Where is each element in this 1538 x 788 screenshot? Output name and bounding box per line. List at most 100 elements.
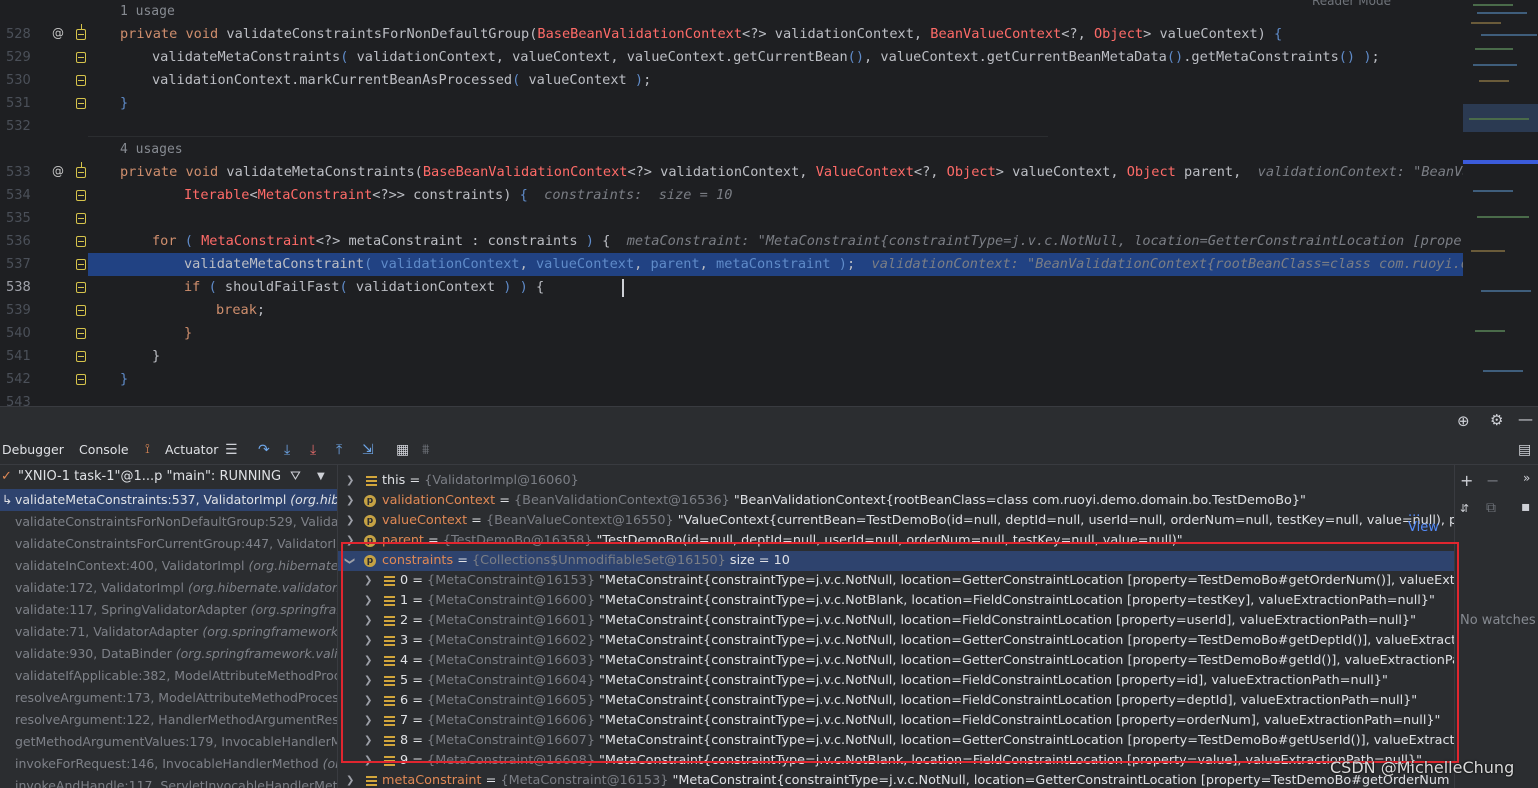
fold-marker-icon[interactable] [76,282,86,293]
actuator-icon: ⟟ [145,442,150,457]
reader-mode-label[interactable]: Reader Mode [1312,0,1391,8]
frame-item[interactable]: validateInContext:400, ValidatorImpl (or… [0,555,337,577]
frame-item[interactable]: validate:172, ValidatorImpl (org.hiberna… [0,577,337,599]
method-separator [88,136,1048,137]
constraint-item-row[interactable]: ❯ 8 = {MetaConstraint@16607} "MetaConstra… [338,731,1454,751]
more-icon[interactable]: » [1523,471,1530,485]
fold-marker-icon[interactable] [76,190,86,201]
constraint-item-row[interactable]: ❯ 5 = {MetaConstraint@16604} "MetaConstra… [338,671,1454,691]
chevron-right-icon[interactable]: ❯ [364,631,372,651]
frame-item[interactable]: validate:71, ValidatorAdapter (org.sprin… [0,621,337,643]
usage-hint[interactable]: 1 usage [120,0,175,23]
chevron-right-icon[interactable]: ❯ [364,711,372,731]
tab-debugger[interactable]: Debugger [2,441,64,459]
chevron-right-icon[interactable]: ❯ [346,511,354,531]
variable-row[interactable]: ❯ p valueContext = {BeanValueContext@165… [338,511,1454,531]
step-out-icon[interactable]: ⤒ [336,442,342,458]
field-icon [366,776,377,786]
constraint-item-row[interactable]: ❯ 7 = {MetaConstraint@16606} "MetaConstra… [338,711,1454,731]
frame-item[interactable]: resolveArgument:173, ModelAttributeMetho… [0,687,337,709]
frame-item[interactable]: validate:930, DataBinder (org.springfram… [0,643,337,665]
sort-icon[interactable]: ⇵ [1460,502,1469,515]
chevron-down-icon[interactable]: ❯ [339,557,359,565]
variable-row-selected[interactable]: ❯ p constraints = {Collections$Unmodifia… [338,551,1454,571]
fold-marker-icon[interactable] [76,52,86,63]
tab-console[interactable]: Console [79,441,129,459]
code-line: Iterable<MetaConstraint<?>> constraints)… [184,187,733,203]
evaluate-expression-icon[interactable]: ▦ [396,442,409,458]
tab-actuator[interactable]: Actuator [165,441,218,459]
implements-icon[interactable]: @ [52,160,64,183]
add-watch-icon[interactable]: + [1460,471,1473,490]
chevron-right-icon[interactable]: ❯ [364,591,372,611]
constraint-item-row[interactable]: ❯ 0 = {MetaConstraint@16153} "MetaConstra… [338,571,1454,591]
frame-item[interactable]: validateConstraintsForCurrentGroup:447, … [0,533,337,555]
chevron-right-icon[interactable]: ❯ [346,471,354,491]
code-area[interactable]: 1 usage private void validateConstraints… [88,0,1463,406]
constraint-item-row[interactable]: ❯ 1 = {MetaConstraint@16600} "MetaConstra… [338,591,1454,611]
force-step-into-icon[interactable]: ⤓ [310,442,316,458]
fold-marker-icon[interactable] [76,305,86,316]
remove-watch-icon[interactable]: − [1486,471,1499,490]
crosshair-icon[interactable]: ⊕ [1457,412,1470,430]
step-over-icon[interactable]: ↷ [258,442,270,458]
duplicate-icon[interactable]: ⧉ [1486,500,1496,516]
variable-row[interactable]: ❯ metaConstraint = {MetaConstraint@16153… [338,771,1454,788]
constraint-item-row[interactable]: ❯ 6 = {MetaConstraint@16605} "MetaConstra… [338,691,1454,711]
variable-row[interactable]: ❯ p validationContext = {BeanValidationC… [338,491,1454,511]
constraint-item-row[interactable]: ❯ 9 = {MetaConstraint@16608} "MetaConstra… [338,751,1454,771]
filter-icon[interactable]: ⛛ [290,465,301,489]
code-editor[interactable]: 528 529 530 531 532 533 534 535 536 537 … [0,0,1538,406]
fold-marker-icon[interactable] [76,259,86,270]
chevron-right-icon[interactable]: ❯ [364,691,372,711]
fold-marker-icon[interactable] [76,328,86,339]
chevron-down-icon[interactable]: ▼ [317,465,325,489]
chevron-right-icon[interactable]: ❯ [364,731,372,751]
constraint-item-row[interactable]: ❯ 2 = {MetaConstraint@16601} "MetaConstra… [338,611,1454,631]
fold-marker-icon[interactable] [76,75,86,86]
frame-item[interactable]: invokeAndHandle:117, ServletInvocableHan… [0,775,337,788]
options-icon[interactable]: ▪ [1521,499,1531,515]
code-minimap[interactable] [1463,0,1538,406]
menu-icon[interactable]: ☰ [225,442,238,458]
view-link[interactable]: ... View [1408,505,1454,535]
trace-icon[interactable]: ⩩ [422,442,429,458]
item-ref: {MetaConstraint@16153} [427,573,595,588]
frame-item[interactable]: resolveArgument:122, HandlerMethodArgume… [0,709,337,731]
step-into-icon[interactable]: ⤓ [284,442,290,458]
constraint-item-row[interactable]: ❯ 4 = {MetaConstraint@16603} "MetaConstra… [338,651,1454,671]
frame-item-selected[interactable]: validateMetaConstraints:537, ValidatorIm… [0,489,337,511]
fold-marker-icon[interactable] [76,374,86,385]
chevron-right-icon[interactable]: ❯ [346,771,354,788]
thread-selector[interactable]: ✓ "XNIO-1 task-1"@1...p "main": RUNNING … [0,465,337,489]
chevron-right-icon[interactable]: ❯ [364,651,372,671]
frame-item[interactable]: validateConstraintsForNonDefaultGroup:52… [0,511,337,533]
frame-item[interactable]: getMethodArgumentValues:179, InvocableHa… [0,731,337,753]
layout-icon[interactable]: ▤ [1518,442,1531,458]
fold-marker-icon[interactable] [76,213,86,224]
run-to-cursor-icon[interactable]: ⇲ [362,442,374,458]
chevron-right-icon[interactable]: ❯ [364,571,372,591]
variable-row[interactable]: ❯ this = {ValidatorImpl@16060} [338,471,1454,491]
frame-item[interactable]: validateIfApplicable:382, ModelAttribute… [0,665,337,687]
chevron-right-icon[interactable]: ❯ [364,751,372,771]
frame-item[interactable]: invokeForRequest:146, InvocableHandlerMe… [0,753,337,775]
fold-marker-icon[interactable] [76,162,86,178]
fold-marker-icon[interactable] [76,98,86,109]
variable-row[interactable]: ❯ p parent = {TestDemoBo@16358} "TestDem… [338,531,1454,551]
constraint-item-row[interactable]: ❯ 3 = {MetaConstraint@16602} "MetaConstra… [338,631,1454,651]
field-icon [384,656,395,666]
usage-hint[interactable]: 4 usages [120,138,183,161]
editor-gutter[interactable]: 528 529 530 531 532 533 534 535 536 537 … [0,0,88,406]
chevron-right-icon[interactable]: ❯ [364,671,372,691]
fold-marker-icon[interactable] [76,24,86,40]
frame-item[interactable]: validate:117, SpringValidatorAdapter (or… [0,599,337,621]
chevron-right-icon[interactable]: ❯ [364,611,372,631]
fold-marker-icon[interactable] [76,351,86,362]
minimize-icon[interactable]: — [1518,410,1533,428]
fold-marker-icon[interactable] [76,236,86,247]
chevron-right-icon[interactable]: ❯ [346,531,354,551]
gear-icon[interactable]: ⚙ [1490,411,1503,429]
chevron-right-icon[interactable]: ❯ [346,491,354,511]
implements-icon[interactable]: @ [52,22,64,45]
